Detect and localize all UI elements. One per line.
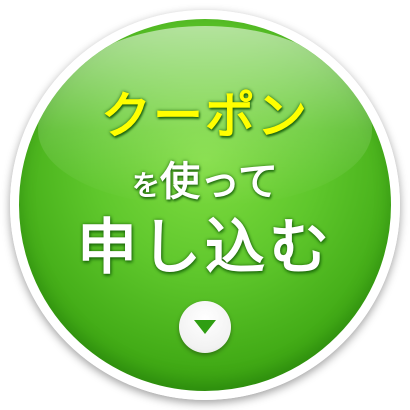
apply-action-text: 申し込む <box>77 213 333 283</box>
particle-text: を <box>131 169 160 202</box>
use-verb-text: 使って <box>160 159 278 205</box>
chevron-down-icon <box>194 320 216 334</box>
use-coupon-subtext: を使って <box>0 162 410 202</box>
down-arrow-button[interactable] <box>179 301 231 353</box>
coupon-apply-widget: クーポン を使って 申し込む <box>0 0 410 410</box>
coupon-headline: クーポン <box>101 87 309 145</box>
